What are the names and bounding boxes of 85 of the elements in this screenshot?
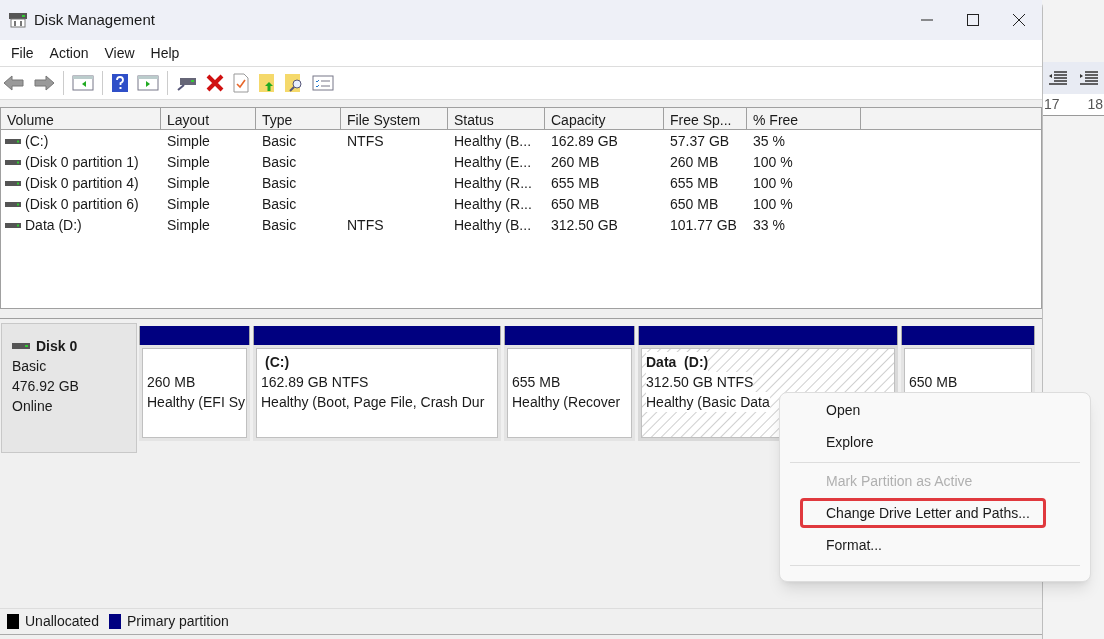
menu-item: Mark Partition as Active xyxy=(825,471,974,491)
table-cell-text: 650 MB xyxy=(670,195,719,214)
column-header[interactable]: Type xyxy=(256,108,341,129)
disk-status: Online xyxy=(12,397,54,416)
volume-icon xyxy=(5,221,21,230)
table-cell-text: 35 % xyxy=(753,132,785,151)
table-cell[interactable]: Data (D:) xyxy=(25,215,82,236)
menu-item[interactable]: File xyxy=(3,42,42,64)
table-cell-text: Basic xyxy=(262,153,297,172)
ruler-number: 17 xyxy=(1044,95,1060,114)
partition-size: 312.50 GB NTFS xyxy=(646,372,754,392)
table-cell-text: Simple xyxy=(167,216,210,235)
minimize-icon xyxy=(921,19,933,21)
table-cell-text: 650 MB xyxy=(551,195,600,214)
close-icon xyxy=(1013,14,1025,26)
decrease-indent-icon[interactable] xyxy=(1049,71,1068,85)
table-cell-text: Simple xyxy=(167,153,210,172)
column-header[interactable]: Layout xyxy=(161,108,256,129)
table-cell[interactable]: (Disk 0 partition 1) xyxy=(25,152,139,173)
column-header[interactable]: Free Sp... xyxy=(664,108,747,129)
table-cell-text: NTFS xyxy=(347,132,384,151)
disk-size: 476.92 GB xyxy=(12,377,80,396)
table-cell[interactable]: (Disk 0 partition 4) xyxy=(25,173,139,194)
table-cell[interactable]: (C:) xyxy=(25,131,49,152)
forward-arrow-icon[interactable] xyxy=(33,74,55,92)
column-header[interactable]: Capacity xyxy=(545,108,664,129)
maximize-icon xyxy=(967,14,979,26)
ruler-number: 18 xyxy=(1087,95,1104,114)
disk-drive-icon xyxy=(8,11,28,29)
table-cell-text: Healthy (R... xyxy=(454,195,532,214)
table-cell-text: 57.37 GB xyxy=(670,132,730,151)
panel-icon[interactable] xyxy=(72,74,94,92)
table-cell-text: 100 % xyxy=(753,153,793,172)
volume-icon xyxy=(5,200,21,209)
checklist-icon[interactable] xyxy=(232,73,250,93)
table-cell-text: Basic xyxy=(262,174,297,193)
table-cell-text: Basic xyxy=(262,195,297,214)
legend-label: Primary partition xyxy=(126,612,229,631)
partition-status: Healthy (Basic Data xyxy=(646,392,770,412)
table-cell-text: 33 % xyxy=(753,216,785,235)
table-cell-text: 655 MB xyxy=(551,174,600,193)
folder-search-icon[interactable] xyxy=(284,73,304,93)
disk-type: Basic xyxy=(12,357,48,376)
table-cell-text: 101.77 GB xyxy=(670,216,737,235)
menu-item[interactable]: Action xyxy=(41,42,97,64)
volume-icon xyxy=(5,137,21,146)
column-header[interactable]: Volume xyxy=(1,108,161,129)
disk-name: Disk 0 xyxy=(36,337,78,356)
menu-item[interactable]: Format... xyxy=(800,530,1070,560)
window-title: Disk Management xyxy=(34,9,155,30)
table-cell-text: Basic xyxy=(262,132,297,151)
folder-up-icon[interactable] xyxy=(258,73,276,93)
table-cell-text: 100 % xyxy=(753,174,793,193)
menu-item[interactable]: View xyxy=(96,42,143,64)
table-cell-text: 260 MB xyxy=(670,153,719,172)
table-cell-text: NTFS xyxy=(347,216,384,235)
back-arrow-icon[interactable] xyxy=(3,74,25,92)
volume-icon xyxy=(5,179,21,188)
panel-icon[interactable] xyxy=(137,74,159,92)
table-cell-text: Healthy (R... xyxy=(454,174,532,193)
menu-item[interactable]: Help xyxy=(142,42,188,64)
table-cell[interactable]: (Disk 0 partition 6) xyxy=(25,194,139,215)
table-cell-text: Basic xyxy=(262,216,297,235)
table-cell-text: Healthy (E... xyxy=(454,153,532,172)
table-cell-text: 655 MB xyxy=(670,174,719,193)
column-header[interactable]: File System xyxy=(341,108,448,129)
table-cell-text: Simple xyxy=(167,132,210,151)
table-cell-text: 162.89 GB xyxy=(551,132,618,151)
table-cell-text: 260 MB xyxy=(551,153,600,172)
column-header[interactable]: Status xyxy=(448,108,545,129)
table-cell-text: 100 % xyxy=(753,195,793,214)
table-cell-text: Simple xyxy=(167,195,210,214)
table-cell-text: Healthy (B... xyxy=(454,216,532,235)
column-header[interactable]: % Free xyxy=(747,108,861,129)
help-icon[interactable] xyxy=(111,73,129,93)
delete-icon[interactable] xyxy=(206,74,224,92)
properties-icon[interactable] xyxy=(312,74,334,92)
table-cell-text: Healthy (B... xyxy=(454,132,532,151)
menu-item[interactable]: Change Drive Letter and Paths... xyxy=(800,498,1046,528)
legend-label: Unallocated xyxy=(25,612,99,631)
volume-icon xyxy=(5,158,21,167)
table-cell-text: 312.50 GB xyxy=(551,216,618,235)
table-cell-text: Simple xyxy=(167,174,210,193)
partition-label: Data (D:) xyxy=(646,352,709,372)
increase-indent-icon[interactable] xyxy=(1079,71,1098,85)
